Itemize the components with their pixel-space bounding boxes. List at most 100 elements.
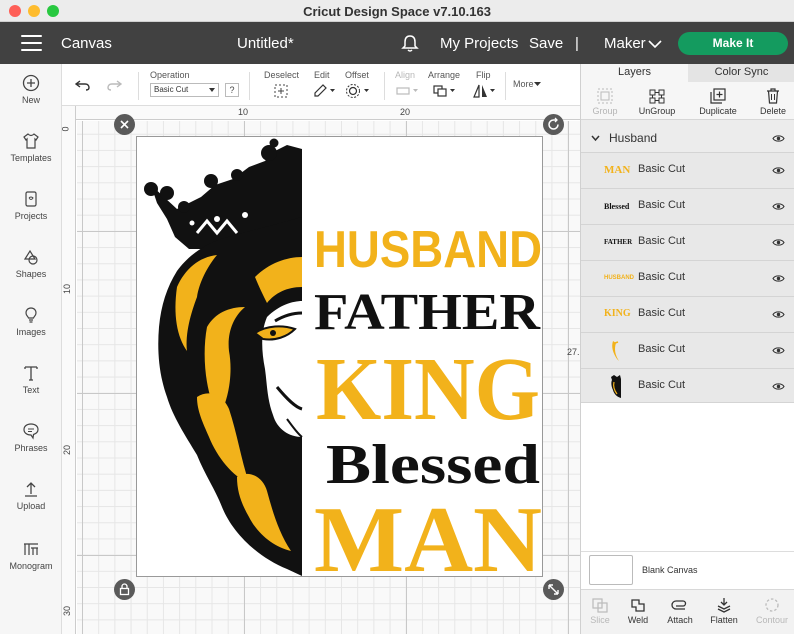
word-father[interactable]: FATHER <box>314 284 542 341</box>
hamburger-menu-icon[interactable] <box>21 35 42 56</box>
operation-help-button[interactable]: ? <box>225 83 239 97</box>
word-blessed[interactable]: Blessed <box>326 434 540 496</box>
layer-row[interactable]: Basic Cut <box>581 368 794 404</box>
sidebar-item-images[interactable]: Images <box>0 306 62 337</box>
word-king[interactable]: KING <box>316 340 540 439</box>
flatten-button[interactable]: Flatten <box>708 597 740 625</box>
my-projects-link[interactable]: My Projects <box>440 35 518 52</box>
sidebar-item-monogram[interactable]: Monogram <box>0 540 62 571</box>
resize-handle[interactable] <box>543 579 564 600</box>
layer-thumbnail: FATHER <box>604 238 633 246</box>
sidebar-item-text[interactable]: Text <box>0 364 62 395</box>
sidebar-item-phrases[interactable]: Phrases <box>0 422 62 453</box>
chevron-down-icon[interactable] <box>591 135 600 142</box>
layers-panel: Layers Color Sync Group UnGroup Duplicat… <box>580 64 794 634</box>
duplicate-button[interactable]: Duplicate <box>695 88 741 116</box>
tab-color-sync[interactable]: Color Sync <box>688 64 794 82</box>
flip-icon[interactable] <box>472 83 498 99</box>
make-it-button[interactable]: Make It <box>678 32 788 55</box>
visibility-eye-icon[interactable] <box>772 238 785 247</box>
weld-button[interactable]: Weld <box>625 597 651 625</box>
blank-canvas-row[interactable]: Blank Canvas <box>581 551 794 589</box>
offset-icon[interactable] <box>345 83 371 99</box>
plus-circle-icon <box>22 74 40 92</box>
layer-row[interactable]: Basic Cut <box>581 332 794 368</box>
document-title[interactable]: Untitled* <box>237 35 294 52</box>
dropdown-arrow-icon <box>209 88 215 92</box>
layer-row[interactable]: Blessed Basic Cut <box>581 188 794 224</box>
visibility-eye-icon[interactable] <box>772 166 785 175</box>
layer-name: Basic Cut <box>638 163 686 175</box>
sidebar-item-projects[interactable]: Projects <box>0 190 62 221</box>
sidebar-item-upload[interactable]: Upload <box>0 480 62 511</box>
horizontal-ruler: 0 10 20 <box>62 106 580 120</box>
visibility-eye-icon[interactable] <box>772 346 785 355</box>
visibility-eye-icon[interactable] <box>772 134 785 143</box>
sidebar-item-shapes[interactable]: Shapes <box>0 248 62 279</box>
height-readout: 27. <box>567 347 580 357</box>
undo-icon[interactable] <box>75 79 91 91</box>
word-man[interactable]: MAN <box>314 488 542 576</box>
contour-button[interactable]: Contour <box>754 597 790 625</box>
ungroup-button[interactable]: UnGroup <box>636 88 678 116</box>
canvas-color-swatch[interactable] <box>589 555 633 585</box>
caret-down-icon[interactable] <box>534 82 541 87</box>
delete-button[interactable]: Delete <box>755 88 791 116</box>
sidebar-item-label: New <box>21 95 40 105</box>
layer-row[interactable]: MAN Basic Cut <box>581 152 794 188</box>
visibility-eye-icon[interactable] <box>772 382 785 391</box>
edit-pencil-icon[interactable] <box>312 83 336 99</box>
visibility-eye-icon[interactable] <box>772 274 785 283</box>
weld-label: Weld <box>627 615 649 625</box>
align-icon[interactable] <box>395 83 421 99</box>
attach-button[interactable]: Attach <box>665 597 695 625</box>
chevron-down-icon[interactable] <box>648 40 662 49</box>
operation-select[interactable]: Basic Cut <box>150 83 219 97</box>
sidebar-item-label: Templates <box>10 153 52 163</box>
sidebar-item-new[interactable]: New <box>0 74 62 105</box>
section-title: Canvas <box>61 35 112 52</box>
layer-row[interactable]: HUSBAND Basic Cut <box>581 260 794 296</box>
group-name[interactable]: Husband <box>609 131 657 145</box>
lock-proportions-handle[interactable] <box>114 579 135 600</box>
tab-layers[interactable]: Layers <box>581 64 688 82</box>
blank-canvas-label: Blank Canvas <box>642 565 698 575</box>
more-menu-button[interactable]: More <box>513 79 534 89</box>
offset-label: Offset <box>345 70 369 80</box>
bell-icon[interactable] <box>401 34 419 53</box>
gold-mane-thumbnail <box>612 341 619 361</box>
arrange-icon[interactable] <box>432 83 458 99</box>
ruler-tick-label: 0 <box>60 126 71 132</box>
save-button[interactable]: Save <box>529 35 563 52</box>
layer-row[interactable]: KING Basic Cut <box>581 296 794 332</box>
flatten-icon <box>717 598 731 613</box>
text-icon <box>24 366 38 381</box>
sidebar-item-templates[interactable]: Templates <box>0 132 62 163</box>
duplicate-icon <box>710 88 726 104</box>
close-icon <box>120 120 129 129</box>
layer-name: Basic Cut <box>638 271 686 283</box>
slice-button[interactable]: Slice <box>587 597 613 625</box>
design-text[interactable]: HUSBAND FATHER KING Blessed MAN <box>312 137 544 576</box>
deselect-button[interactable]: Deselect <box>264 70 299 80</box>
rotate-handle[interactable] <box>543 114 564 135</box>
deselect-icon[interactable] <box>273 83 289 99</box>
word-husband[interactable]: HUSBAND <box>314 221 542 279</box>
layer-group-husband[interactable]: Husband <box>581 126 794 152</box>
layer-row[interactable]: FATHER Basic Cut <box>581 224 794 260</box>
visibility-eye-icon[interactable] <box>772 310 785 319</box>
app-header: Canvas Untitled* My Projects Save | Make… <box>0 22 794 64</box>
sidebar-item-label: Phrases <box>14 443 48 453</box>
selected-design[interactable]: HUSBAND FATHER KING Blessed MAN <box>136 136 543 577</box>
lock-icon <box>119 583 130 596</box>
delete-selection-handle[interactable] <box>114 114 135 135</box>
toolbar-divider <box>138 72 139 100</box>
layers-empty-space <box>581 403 794 551</box>
layer-thumbnail: Blessed <box>604 202 630 211</box>
group-button[interactable]: Group <box>587 88 623 116</box>
visibility-eye-icon[interactable] <box>772 202 785 211</box>
machine-selector[interactable]: Maker <box>604 35 646 52</box>
tshirt-icon <box>23 133 39 149</box>
trash-icon <box>767 88 779 104</box>
redo-icon[interactable] <box>106 79 122 91</box>
